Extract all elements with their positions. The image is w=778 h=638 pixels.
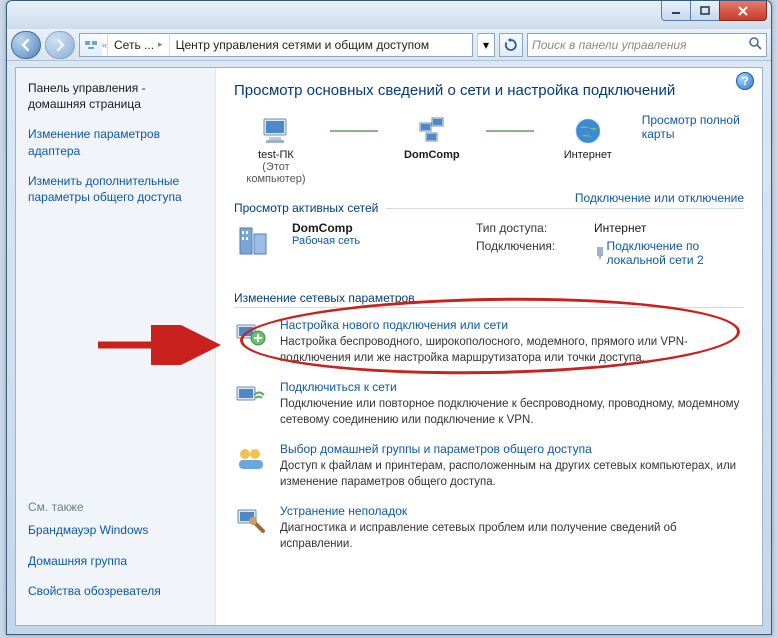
chevron-right-icon: ▸ — [158, 39, 163, 50]
map-pc-sub: (Этот компьютер) — [234, 161, 318, 185]
map-line-2 — [486, 113, 534, 149]
troubleshoot-icon — [235, 505, 267, 535]
search-box[interactable]: Поиск в панели управления — [527, 33, 767, 57]
see-also-title: См. также — [28, 500, 203, 514]
map-domain: DomComp — [390, 113, 474, 161]
network-icon — [80, 34, 102, 56]
task-connect-network[interactable]: Подключиться к сети Подключение или повт… — [234, 380, 744, 428]
pc-icon — [260, 116, 292, 146]
active-network: Подключение или отключение DomComp Рабоч… — [234, 217, 744, 275]
connection-link[interactable]: Подключение по локальной сети 2 — [594, 239, 744, 267]
active-networks-title: Просмотр активных сетей — [234, 201, 378, 215]
connections-label: Подключения: — [476, 239, 586, 267]
ethernet-icon — [594, 246, 603, 260]
task-desc: Доступ к файлам и принтерам, расположенн… — [280, 459, 744, 490]
office-network-icon — [234, 222, 278, 260]
multi-pc-icon — [417, 114, 447, 148]
task-desc: Подключение или повторное подключение к … — [280, 397, 744, 428]
forward-button[interactable] — [45, 31, 75, 59]
sidebar-item-sharing-settings[interactable]: Изменить дополнительные параметры общего… — [28, 173, 203, 205]
active-network-name: DomComp — [292, 221, 462, 235]
homegroup-icon — [235, 443, 267, 473]
access-type-label: Тип доступа: — [476, 221, 586, 235]
map-internet: Интернет — [546, 113, 630, 161]
see-also-internet-options[interactable]: Свойства обозревателя — [28, 583, 203, 599]
sidebar-item-adapter-settings[interactable]: Изменение параметров адаптера — [28, 126, 203, 158]
task-title: Устранение неполадок — [280, 504, 744, 518]
new-connection-icon — [235, 319, 267, 349]
task-homegroup[interactable]: Выбор домашней группы и параметров общег… — [234, 442, 744, 490]
arrow-left-icon — [19, 38, 33, 52]
view-full-map-link[interactable]: Просмотр полной карты — [642, 113, 744, 141]
active-network-type[interactable]: Рабочая сеть — [292, 235, 462, 247]
see-also-firewall[interactable]: Брандмауэр Windows — [28, 522, 203, 538]
back-button[interactable] — [11, 31, 41, 59]
task-title: Подключиться к сети — [280, 380, 744, 394]
task-desc: Настройка беспроводного, широкополосного… — [280, 335, 744, 366]
breadcrumb-root[interactable]: Сеть ... ▸ — [107, 34, 169, 56]
change-settings-title: Изменение сетевых параметров — [234, 291, 744, 305]
maximize-button[interactable] — [690, 1, 720, 21]
main-pane: Просмотр основных сведений о сети и наст… — [216, 68, 762, 625]
titlebar — [7, 1, 771, 29]
refresh-icon — [504, 38, 518, 52]
minimize-button[interactable] — [661, 1, 691, 21]
map-line-1 — [330, 113, 378, 149]
breadcrumb-current[interactable]: Центр управления сетями и общим доступом — [169, 34, 436, 56]
task-title: Настройка нового подключения или сети — [280, 318, 744, 332]
task-setup-connection[interactable]: Настройка нового подключения или сети На… — [234, 318, 744, 366]
map-domain-name: DomComp — [390, 149, 474, 161]
task-title: Выбор домашней группы и параметров общег… — [280, 442, 744, 456]
nav-bar: « Сеть ... ▸ Центр управления сетями и о… — [7, 29, 771, 61]
content-area: ? Панель управления - домашняя страница … — [15, 67, 763, 626]
page-title: Просмотр основных сведений о сети и наст… — [234, 82, 744, 99]
explorer-window: « Сеть ... ▸ Центр управления сетями и о… — [6, 0, 772, 635]
refresh-button[interactable] — [499, 33, 523, 57]
see-also-homegroup[interactable]: Домашняя группа — [28, 553, 203, 569]
search-icon — [748, 36, 762, 53]
connect-disconnect-link[interactable]: Подключение или отключение — [575, 191, 744, 205]
globe-icon — [573, 116, 603, 146]
access-type-value: Интернет — [594, 221, 744, 235]
connect-network-icon — [235, 381, 267, 411]
search-placeholder: Поиск в панели управления — [532, 38, 687, 52]
address-dropdown[interactable]: ▾ — [477, 33, 495, 57]
sidebar: Панель управления - домашняя страница Из… — [16, 68, 216, 625]
network-map: test-ПК (Этот компьютер) — [234, 113, 744, 185]
close-button[interactable] — [719, 1, 767, 21]
map-pc-name: test-ПК — [234, 149, 318, 161]
arrow-right-icon — [53, 38, 67, 52]
map-this-pc: test-ПК (Этот компьютер) — [234, 113, 318, 185]
map-internet-label: Интернет — [546, 149, 630, 161]
address-bar[interactable]: « Сеть ... ▸ Центр управления сетями и о… — [79, 33, 473, 57]
task-troubleshoot[interactable]: Устранение неполадок Диагностика и испра… — [234, 504, 744, 552]
task-desc: Диагностика и исправление сетевых пробле… — [280, 521, 744, 552]
control-panel-home[interactable]: Панель управления - домашняя страница — [28, 80, 203, 112]
